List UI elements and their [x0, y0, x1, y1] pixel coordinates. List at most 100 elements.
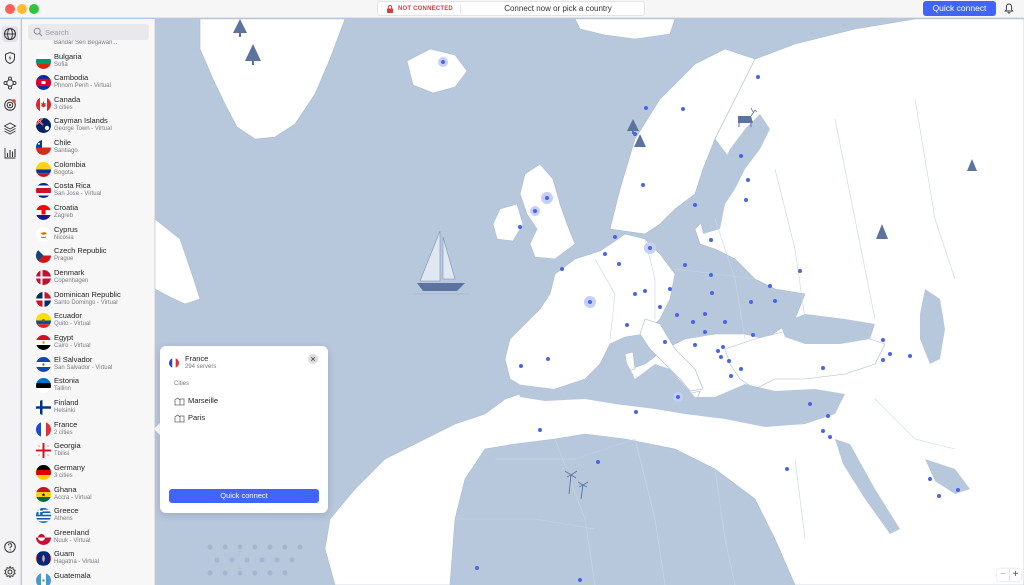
dominican-republic-flag-icon	[36, 291, 51, 307]
country-sub: Nicosia	[54, 234, 74, 241]
country-sub: Prague	[54, 256, 74, 263]
country-sub: San Jose - Virtual	[54, 191, 102, 198]
country-item-el-salvador[interactable]: El Salvador San Salvador - Virtual	[22, 354, 154, 376]
country-item-france[interactable]: France 2 cities	[22, 419, 154, 441]
city-name: Marseille	[188, 396, 219, 405]
lock-icon	[387, 5, 393, 13]
popup-quick-connect-button[interactable]: Quick connect	[169, 489, 319, 503]
france-flag-icon	[36, 421, 51, 437]
ghana-flag-icon	[36, 486, 51, 502]
country-item-colombia[interactable]: Colombia Bogota	[22, 159, 154, 181]
germany-flag-icon	[36, 464, 51, 480]
guatemala-flag-icon	[36, 573, 51, 585]
country-sub: Cairo - Virtual	[54, 342, 91, 349]
country-item-cayman-islands[interactable]: Cayman Islands George Town - Virtual	[22, 115, 154, 137]
country-item-georgia[interactable]: Georgia Tbilisi	[22, 440, 154, 462]
country-item-estonia[interactable]: Estonia Tallinn	[22, 375, 154, 397]
layers-icon[interactable]	[2, 120, 18, 136]
minimize-window-button[interactable]	[17, 4, 27, 14]
country-sub: Helsinki	[54, 407, 76, 414]
country-sub: Nuuk - Virtual	[54, 537, 91, 544]
city-item-paris[interactable]: Paris	[174, 411, 314, 425]
country-sub: 2 cities	[54, 429, 73, 436]
country-item-guatemala[interactable]: Guatemala	[22, 570, 154, 585]
popup-country-name: France	[185, 354, 209, 363]
el-salvador-flag-icon	[36, 356, 51, 372]
georgia-flag-icon	[36, 443, 51, 459]
quick-connect-button[interactable]: Quick connect	[923, 1, 996, 16]
city-buildings-icon	[174, 414, 185, 423]
connection-status-bar: NOT CONNECTED Connect now or pick a coun…	[377, 1, 645, 16]
navigation-rail	[0, 19, 21, 585]
country-item-ecuador[interactable]: Ecuador Quito - Virtual	[22, 310, 154, 332]
country-sub: Zagreb	[54, 213, 74, 220]
country-sub: Santiago	[54, 148, 78, 155]
egypt-flag-icon	[36, 334, 51, 350]
popup-server-count: 294 servers	[185, 364, 217, 370]
country-item-canada[interactable]: Canada 3 cities	[22, 94, 154, 116]
guam-flag-icon	[36, 551, 51, 567]
estonia-flag-icon	[36, 378, 51, 394]
bell-icon[interactable]	[1004, 3, 1014, 14]
globe-icon[interactable]	[2, 26, 18, 42]
denmark-flag-icon	[36, 270, 51, 285]
search-box[interactable]	[28, 24, 149, 40]
close-window-button[interactable]	[5, 4, 15, 14]
country-sub: Phnom Penh - Virtual	[54, 83, 111, 90]
meshnet-icon[interactable]	[2, 75, 18, 91]
greece-flag-icon	[36, 508, 51, 524]
shield-bolt-icon[interactable]	[2, 50, 18, 66]
country-sub: 3 cities	[54, 472, 73, 479]
country-sub: Sofia	[54, 61, 68, 68]
colombia-flag-icon	[36, 161, 51, 177]
country-sub: Bandar Seri Begawan...	[54, 40, 118, 46]
list-item-partial[interactable]: Bandar Seri Begawan...	[22, 39, 154, 49]
country-item-costa-rica[interactable]: Costa Rica San Jose - Virtual	[22, 180, 154, 202]
country-sub: Bogota	[54, 169, 74, 176]
zoom-window-button[interactable]	[29, 4, 39, 14]
threat-protection-icon[interactable]	[2, 97, 18, 113]
country-item-dominican-republic[interactable]: Dominican Republic Santo Domingo - Virtua…	[22, 289, 154, 311]
country-item-bulgaria[interactable]: Bulgaria Sofia	[22, 51, 154, 73]
country-item-greece[interactable]: Greece Athens	[22, 505, 154, 527]
country-item-greenland[interactable]: Greenland Nuuk - Virtual	[22, 527, 154, 549]
country-item-cyprus[interactable]: Cyprus Nicosia	[22, 224, 154, 246]
country-item-guam[interactable]: Guam Hagatna - Virtual	[22, 548, 154, 570]
country-sub: San Salvador - Virtual	[54, 364, 113, 371]
divider	[460, 4, 461, 14]
close-icon[interactable]	[308, 354, 318, 364]
country-popup: France 294 servers Cities Marseille Pari…	[160, 346, 328, 513]
zoom-in-button[interactable]: +	[1009, 569, 1021, 581]
country-item-egypt[interactable]: Egypt Cairo - Virtual	[22, 332, 154, 354]
country-item-denmark[interactable]: Denmark Copenhagen	[22, 267, 154, 289]
title-bar: NOT CONNECTED Connect now or pick a coun…	[0, 0, 1024, 18]
cities-heading: Cities	[174, 381, 190, 387]
bulgaria-flag-icon	[36, 53, 51, 69]
statistics-icon[interactable]	[2, 145, 18, 161]
greenland-flag-icon	[36, 529, 51, 545]
country-list-panel: Bandar Seri Begawan... Bulgaria Sofia Camb…	[22, 19, 155, 585]
country-item-germany[interactable]: Germany 3 cities	[22, 462, 154, 484]
country-item-chile[interactable]: Chile Santiago	[22, 137, 154, 159]
country-item-czech-republic[interactable]: Czech Republic Prague	[22, 245, 154, 267]
help-icon[interactable]	[2, 539, 18, 555]
cambodia-flag-icon	[36, 75, 51, 91]
country-item-ghana[interactable]: Ghana Accra - Virtual	[22, 484, 154, 506]
country-item-cambodia[interactable]: Cambodia Phnom Penh - Virtual	[22, 72, 154, 94]
costa-rica-flag-icon	[36, 183, 51, 199]
country-sub: Accra - Virtual	[54, 494, 92, 501]
canada-flag-icon	[36, 96, 51, 112]
czech-republic-flag-icon	[36, 248, 51, 264]
connection-status: NOT CONNECTED	[398, 6, 453, 12]
country-sub: Athens	[54, 516, 73, 523]
city-item-marseille[interactable]: Marseille	[174, 394, 314, 408]
zoom-out-button[interactable]: −	[997, 569, 1009, 581]
zoom-controls: − +	[997, 569, 1021, 581]
search-input[interactable]	[45, 25, 143, 39]
settings-gear-icon[interactable]	[2, 564, 18, 580]
country-item-finland[interactable]: Finland Helsinki	[22, 397, 154, 419]
country-item-croatia[interactable]: Croatia Zagreb	[22, 202, 154, 224]
cayman-islands-flag-icon	[36, 118, 51, 134]
country-sub: 3 cities	[54, 104, 73, 111]
croatia-flag-icon	[36, 205, 51, 221]
